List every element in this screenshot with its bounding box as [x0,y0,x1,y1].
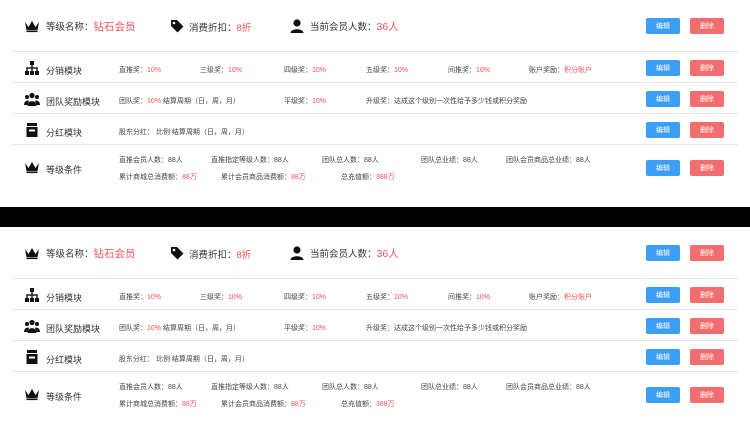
level-header-row: 等级名称：钻石会员 消费折扣：8折 当前会员人数：36人 编辑 删除 [12,227,738,279]
crown-icon [24,386,40,402]
delete-button[interactable]: 删除 [690,318,724,334]
account-reward: 账户奖励：积分账户 [529,294,592,301]
edit-button[interactable]: 编辑 [646,287,680,303]
group-icon [24,91,40,107]
flat-reward: 平级奖：10% [284,98,327,105]
edit-button[interactable]: 编辑 [646,318,680,334]
level5-reward: 五级奖：10% [366,294,409,301]
shareholder-dividend: 股东分红： 比例 结算周期（日，周，月） [119,129,249,136]
panel-separator [0,207,750,227]
level3-reward: 三级奖：10% [200,294,243,301]
delete-button[interactable]: 删除 [690,18,724,34]
dividend-title: 分红模块 [46,355,83,365]
delete-button[interactable]: 删除 [690,287,724,303]
edit-button[interactable]: 编辑 [646,18,680,34]
distribution-row: 分销模块 直推奖：10% 三级奖：10% 四级奖：10% 五级奖：10% 间推奖… [12,53,738,83]
conditions-row: 等级条件 直推会员人数：88人 直推指定等级人数：88人 团队总人数：88人 团… [12,373,738,415]
direct-members: 直推会员人数：88人 [119,384,183,391]
edit-button[interactable]: 编辑 [646,122,680,138]
account-reward: 账户奖励：积分账户 [529,67,592,74]
delete-button[interactable]: 删除 [690,91,724,107]
dividend-row: 分红模块 股东分红： 比例 结算周期（日，周，月） 编辑 删除 [12,342,738,372]
tag-icon [169,245,185,261]
delete-button[interactable]: 删除 [690,160,724,176]
total-recharge: 总充值额：388万 [341,401,395,408]
member-level-card: 等级名称：钻石会员 消费折扣：8折 当前会员人数：36人 编辑 删除 分销模块 … [0,0,750,188]
crown-icon [24,18,40,34]
team-reward-title: 团队奖励模块 [46,324,101,334]
upgrade-reward: 升级奖：达成这个级别一次性给予多少钱或积分奖励 [366,98,527,105]
tag-icon [169,18,185,34]
delete-button[interactable]: 删除 [690,245,724,261]
team-total-members: 团队总人数：88人 [322,157,379,164]
user-icon [289,18,305,34]
cash-register-icon [24,122,40,138]
hierarchy-icon [24,287,40,303]
team-total-performance: 团队总业绩：88人 [421,157,478,164]
edit-button[interactable]: 编辑 [646,60,680,76]
level-header-row: 等级名称：钻石会员 消费折扣：8折 当前会员人数：36人 编辑 删除 [12,0,738,52]
hierarchy-icon [24,60,40,76]
user-icon [289,245,305,261]
edit-button[interactable]: 编辑 [646,349,680,365]
flat-reward: 平级奖：10% [284,325,327,332]
level5-reward: 五级奖：10% [366,67,409,74]
edit-button[interactable]: 编辑 [646,160,680,176]
total-recharge: 总充值额：388万 [341,174,395,181]
mall-total-spend: 累计商城总消费额：88万 [119,401,197,408]
team-total-members: 团队总人数：88人 [322,384,379,391]
level3-reward: 三级奖：10% [200,67,243,74]
member-count: 当前会员人数：36人 [310,248,399,260]
delete-button[interactable]: 删除 [690,387,724,403]
indirect-reward: 间推奖：10% [448,67,491,74]
direct-members: 直推会员人数：88人 [119,157,183,164]
level4-reward: 四级奖：10% [284,294,327,301]
delete-button[interactable]: 删除 [690,60,724,76]
crown-icon [24,159,40,175]
edit-button[interactable]: 编辑 [646,91,680,107]
level4-reward: 四级奖：10% [284,67,327,74]
level-name: 等级名称：钻石会员 [46,248,136,260]
direct-specified-level: 直推指定等级人数：88人 [211,157,289,164]
member-level-card: 等级名称：钻石会员 消费折扣：8折 当前会员人数：36人 编辑 删除 分销模块 … [0,227,750,415]
direct-reward: 直推奖：10% [119,294,162,301]
dividend-title: 分红模块 [46,128,83,138]
delete-button[interactable]: 删除 [690,349,724,365]
delete-button[interactable]: 删除 [690,122,724,138]
cash-register-icon [24,349,40,365]
team-reward-row: 团队奖励模块 团队奖：10% 结算周期（日，周，月） 平级奖：10% 升级奖：达… [12,311,738,341]
team-reward-row: 团队奖励模块 团队奖：10% 结算周期（日，周，月） 平级奖：10% 升级奖：达… [12,84,738,114]
edit-button[interactable]: 编辑 [646,387,680,403]
conditions-title: 等级条件 [46,392,83,402]
team-total-performance: 团队总业绩：88人 [421,384,478,391]
conditions-title: 等级条件 [46,165,83,175]
distribution-title: 分销模块 [46,66,83,76]
mall-total-spend: 累计商城总消费额：88万 [119,174,197,181]
direct-reward: 直推奖：10% [119,67,162,74]
team-member-goods-performance: 团队会员商品总业绩：88人 [506,384,591,391]
team-reward-title: 团队奖励模块 [46,97,101,107]
group-icon [24,318,40,334]
discount: 消费折扣：8折 [189,250,252,261]
member-count: 当前会员人数：36人 [310,21,399,33]
conditions-row: 等级条件 直推会员人数：88人 直推指定等级人数：88人 团队总人数：88人 团… [12,146,738,188]
shareholder-dividend: 股东分红： 比例 结算周期（日，周，月） [119,356,249,363]
team-member-goods-performance: 团队会员商品总业绩：88人 [506,157,591,164]
member-goods-spend: 累计会员商品消费额：88万 [221,174,306,181]
discount: 消费折扣：8折 [189,23,252,34]
member-goods-spend: 累计会员商品消费额：88万 [221,401,306,408]
crown-icon [24,245,40,261]
distribution-title: 分销模块 [46,293,83,303]
team-bonus: 团队奖：10% 结算周期（日，周，月） [119,325,240,332]
upgrade-reward: 升级奖：达成这个级别一次性给予多少钱或积分奖励 [366,325,527,332]
distribution-row: 分销模块 直推奖：10% 三级奖：10% 四级奖：10% 五级奖：10% 间推奖… [12,280,738,310]
team-bonus: 团队奖：10% 结算周期（日，周，月） [119,98,240,105]
dividend-row: 分红模块 股东分红： 比例 结算周期（日，周，月） 编辑 删除 [12,115,738,145]
direct-specified-level: 直推指定等级人数：88人 [211,384,289,391]
edit-button[interactable]: 编辑 [646,245,680,261]
level-name: 等级名称：钻石会员 [46,21,136,33]
indirect-reward: 间推奖：10% [448,294,491,301]
